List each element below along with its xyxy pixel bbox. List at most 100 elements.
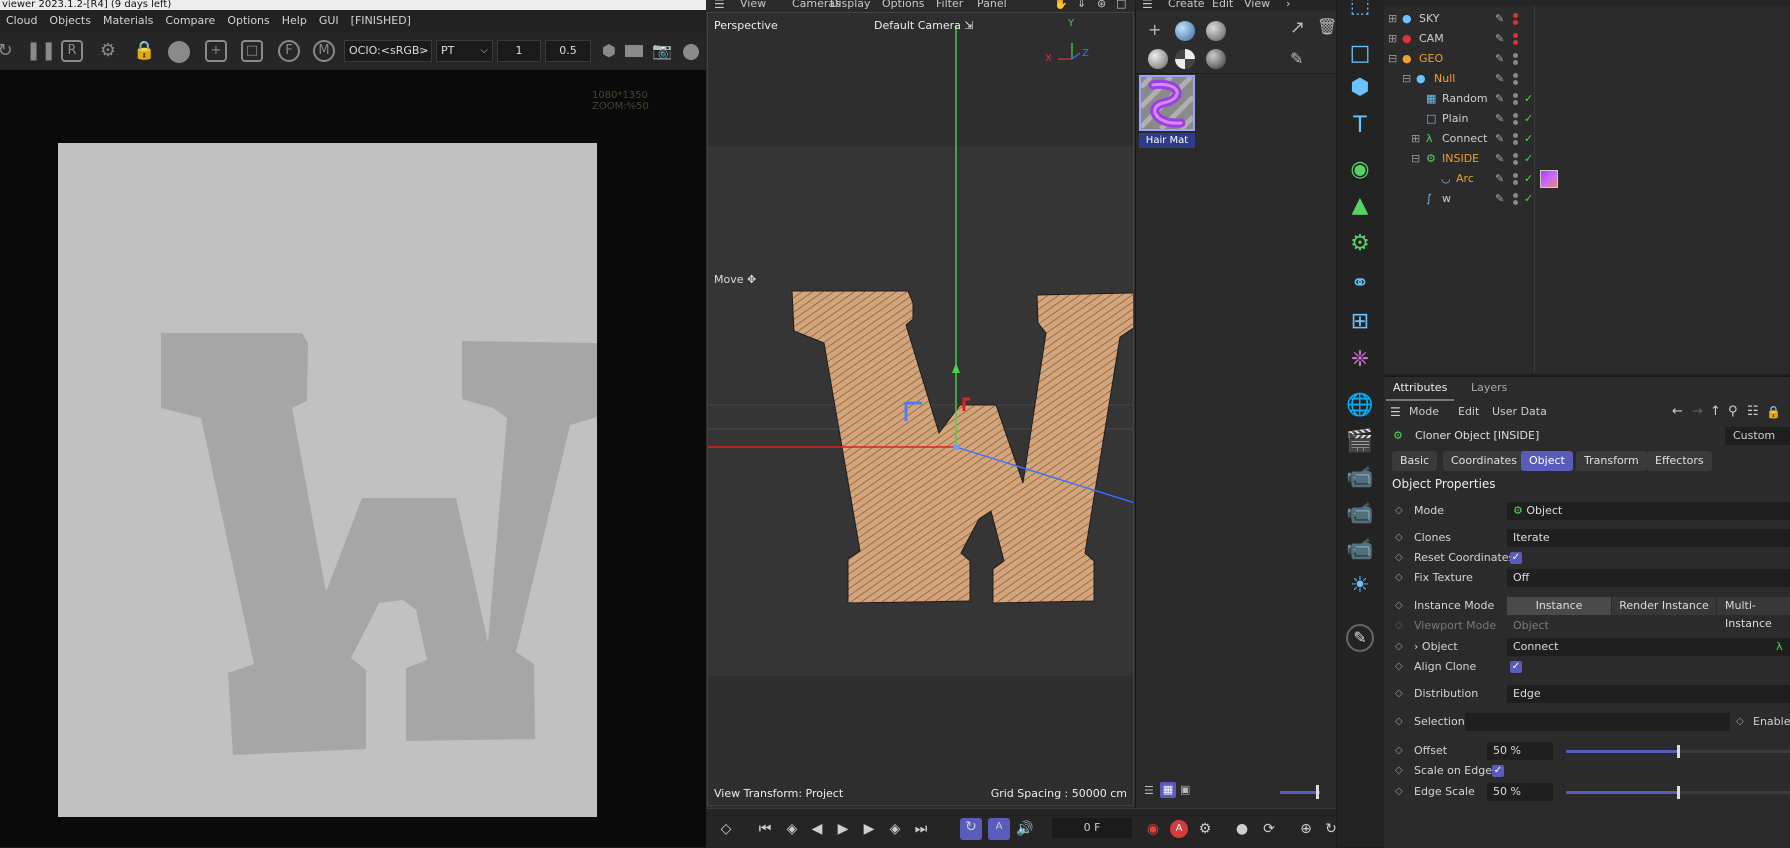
clapboard-icon[interactable]: 🎬 xyxy=(1344,426,1376,458)
align-clone-checkbox[interactable]: ✓ xyxy=(1510,661,1522,673)
subtab-transform[interactable]: Transform xyxy=(1576,451,1647,471)
vp-menu-view[interactable]: View xyxy=(740,0,766,10)
arrow-tool-icon[interactable]: ↗ xyxy=(1290,17,1305,38)
render-dot[interactable] xyxy=(1513,40,1518,45)
keyframe-diamond-icon[interactable]: ◇ xyxy=(1736,712,1744,732)
mode-select[interactable]: ⚙ Object xyxy=(1507,502,1790,520)
edit-icon[interactable]: ✎ xyxy=(1495,89,1504,109)
kernel-mode-select[interactable]: PT ⌵ xyxy=(436,40,493,62)
move-down-icon[interactable]: ⇓ xyxy=(1077,0,1086,10)
visibility-dot[interactable] xyxy=(1513,33,1518,38)
render-camera-icon[interactable]: 📹 xyxy=(1344,534,1376,566)
previous-frame-icon[interactable]: ◀ xyxy=(808,820,826,838)
mm-menu-create[interactable]: Create xyxy=(1168,0,1205,10)
settings-gear-icon[interactable]: ⚙ xyxy=(97,40,119,62)
keyframe-diamond-icon[interactable]: ◇ xyxy=(1395,657,1403,677)
keyframe-diamond-icon[interactable]: ◇ xyxy=(1395,528,1403,548)
keyframe-diamond-icon[interactable]: ◇ xyxy=(1395,684,1403,704)
keyframe-diamond-icon[interactable]: ◇ xyxy=(1395,712,1403,732)
hexagon-icon[interactable]: ⬢ xyxy=(598,40,620,62)
instance-option[interactable]: Instance xyxy=(1507,597,1611,615)
keyframe-diamond-icon[interactable]: ◇ xyxy=(1395,741,1403,761)
trash-icon[interactable]: 🗑 xyxy=(1317,17,1337,36)
expand-icon[interactable]: ⊞ xyxy=(1388,29,1397,49)
hair-material-name[interactable]: Hair Mat xyxy=(1139,133,1195,148)
keyframe-diamond-icon[interactable]: ◇ xyxy=(1395,548,1403,568)
menu-cloud[interactable]: Cloud xyxy=(0,10,43,32)
menu-help[interactable]: Help xyxy=(276,10,313,32)
multi-instance-option[interactable]: Multi-Instance xyxy=(1717,597,1790,630)
record-position-icon[interactable]: ● xyxy=(1233,820,1251,838)
render-canvas[interactable] xyxy=(58,143,597,817)
camera-icon[interactable]: 📹 xyxy=(1344,462,1376,494)
environment-globe-icon[interactable]: 🌐 xyxy=(1344,390,1376,422)
enabled-check-icon[interactable]: ✓ xyxy=(1524,89,1533,109)
render-dot[interactable] xyxy=(1513,20,1518,25)
field-icon[interactable]: ⊞ xyxy=(1344,306,1376,338)
enabled-check-icon[interactable]: ✓ xyxy=(1524,169,1533,189)
edge-scale-slider-knob[interactable] xyxy=(1677,786,1680,799)
focus-pin-icon[interactable]: F xyxy=(278,40,300,62)
visibility-dot[interactable] xyxy=(1513,73,1518,78)
subtab-object[interactable]: Object xyxy=(1521,451,1573,471)
add-material-icon[interactable]: + xyxy=(1148,20,1161,39)
thumbnail-size-slider[interactable] xyxy=(1280,791,1320,794)
lock-icon[interactable]: 🔒 xyxy=(1766,401,1781,423)
enabled-check-icon[interactable]: ✓ xyxy=(1524,129,1533,149)
edit-icon[interactable]: ✎ xyxy=(1495,189,1504,209)
object-row-plain[interactable]: □ Plain ✎ ✓ xyxy=(1384,109,1790,129)
render-dot[interactable] xyxy=(1513,120,1518,125)
tab-attributes[interactable]: Attributes xyxy=(1386,377,1455,401)
object-row-w[interactable]: ∫ w ✎ ✓ xyxy=(1384,189,1790,209)
render-dot[interactable] xyxy=(1513,160,1518,165)
light-icon[interactable]: ☀ xyxy=(1344,570,1376,602)
offset-slider-fill[interactable] xyxy=(1566,750,1678,753)
render-dot[interactable] xyxy=(1513,60,1518,65)
select-tool-icon[interactable]: ⬚ xyxy=(1344,0,1376,22)
camera-snapshot-icon[interactable]: 📷 xyxy=(651,40,673,62)
clones-select[interactable]: Iterate xyxy=(1507,529,1790,547)
record-scale-icon[interactable]: ⊕ xyxy=(1297,820,1315,838)
record-rotation-icon[interactable]: ⟳ xyxy=(1260,820,1278,838)
distribution-select[interactable]: Edge xyxy=(1507,685,1790,703)
visibility-dot[interactable] xyxy=(1513,173,1518,178)
object-row-inside[interactable]: ⊟ ⚙ INSIDE ✎ ✓ xyxy=(1384,149,1790,169)
render-dot[interactable] xyxy=(1513,80,1518,85)
render-dot[interactable] xyxy=(1513,180,1518,185)
render-dot[interactable] xyxy=(1513,140,1518,145)
go-to-start-icon[interactable]: ⏮ xyxy=(756,820,774,838)
subtab-basic[interactable]: Basic xyxy=(1392,451,1438,471)
mm-more-icon[interactable]: › xyxy=(1286,0,1290,10)
tab-layers[interactable]: Layers xyxy=(1464,377,1514,399)
vp-menu-filter[interactable]: Filter xyxy=(936,0,963,10)
standard-material-icon[interactable] xyxy=(1175,21,1195,41)
spline-pen-icon[interactable]: ❈ xyxy=(1344,344,1376,376)
render-dot[interactable] xyxy=(1513,100,1518,105)
visibility-dot[interactable] xyxy=(1513,93,1518,98)
object-row-null[interactable]: ⊟ ● Null ✎ xyxy=(1384,69,1790,89)
object-name[interactable]: Plain xyxy=(1442,109,1468,129)
pan-hand-icon[interactable]: ✋ xyxy=(1054,0,1068,10)
render-dot[interactable] xyxy=(1513,200,1518,205)
viewport-canvas[interactable]: Y X Z Perspective Default Camera ⇲ Move … xyxy=(707,12,1134,806)
fix-texture-select[interactable]: Off xyxy=(1507,569,1790,587)
enabled-check-icon[interactable]: ✓ xyxy=(1524,109,1533,129)
color-picker-icon[interactable] xyxy=(683,44,699,60)
menu-materials[interactable]: Materials xyxy=(97,10,159,32)
menu-compare[interactable]: Compare xyxy=(159,10,221,32)
offset-slider-track[interactable] xyxy=(1678,750,1790,753)
expand-chevron-icon[interactable]: › xyxy=(1414,640,1418,653)
rotate-icon[interactable]: ⊛ xyxy=(1097,0,1106,10)
visibility-dot[interactable] xyxy=(1513,53,1518,58)
keyframe-diamond-icon[interactable]: ◇ xyxy=(1395,568,1403,588)
film-icon[interactable] xyxy=(625,45,643,57)
filter-icon[interactable]: ☷ xyxy=(1747,401,1759,423)
collapse-icon[interactable]: ⊟ xyxy=(1411,149,1420,169)
mm-hamburger-icon[interactable]: ☰ xyxy=(1142,0,1153,11)
at-hamburger-icon[interactable]: ☰ xyxy=(1390,401,1401,423)
object-row-connect[interactable]: ⊞ λ Connect ✎ ✓ xyxy=(1384,129,1790,149)
crop-icon[interactable]: □ xyxy=(241,40,263,62)
camera-link-icon[interactable]: ⇲ xyxy=(964,19,973,32)
lock-icon[interactable]: 🔒 xyxy=(133,40,155,62)
maximize-icon[interactable]: □ xyxy=(1116,0,1126,10)
